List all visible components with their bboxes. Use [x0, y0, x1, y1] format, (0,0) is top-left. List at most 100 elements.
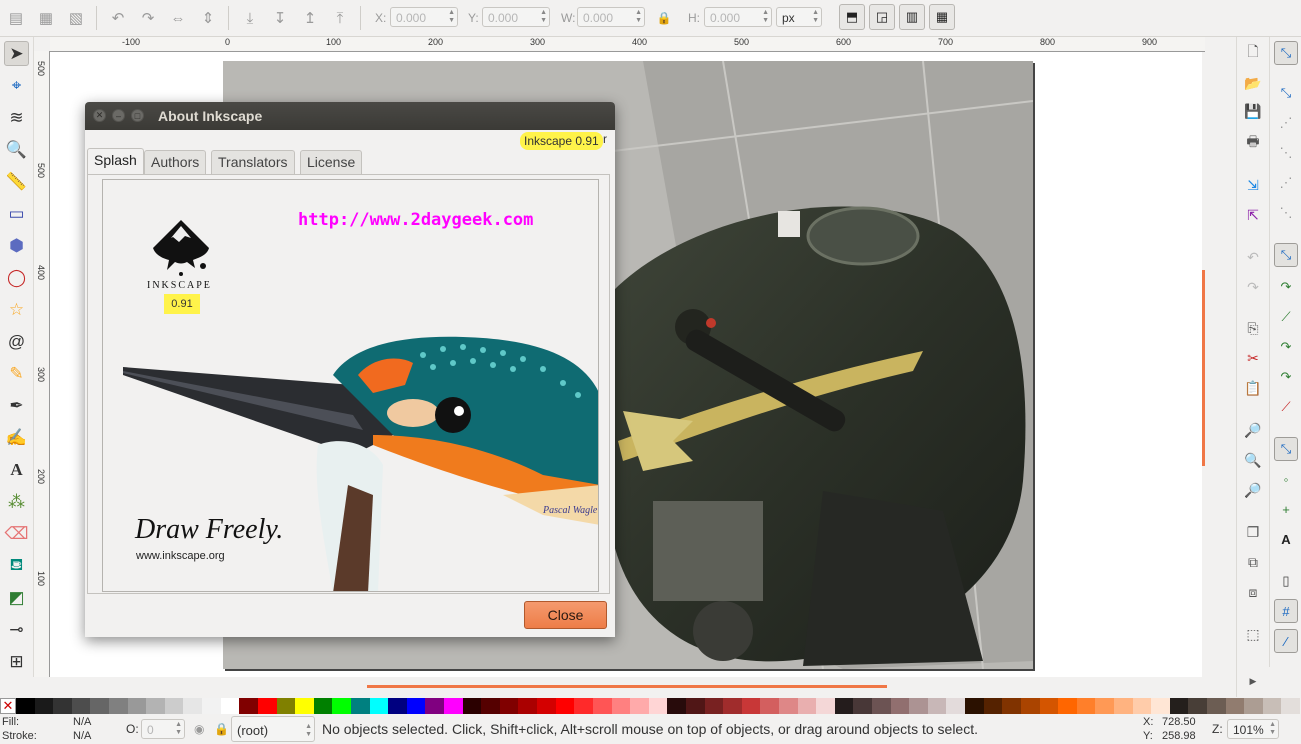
- color-swatch[interactable]: [1039, 698, 1059, 714]
- dropper-tool-icon[interactable]: ⊸: [4, 617, 29, 642]
- eraser-tool-icon[interactable]: ⌫: [4, 521, 29, 546]
- color-palette[interactable]: ✕: [0, 698, 1301, 714]
- color-swatch[interactable]: [425, 698, 445, 714]
- close-button[interactable]: Close: [524, 601, 607, 629]
- color-swatch[interactable]: [816, 698, 835, 714]
- snap-center-icon[interactable]: ◦: [1274, 467, 1298, 491]
- color-swatch[interactable]: [1188, 698, 1207, 714]
- spray-tool-icon[interactable]: ⁂: [4, 489, 29, 514]
- snap-nodes-icon[interactable]: ⤡: [1274, 243, 1298, 267]
- redo-icon[interactable]: ↷: [1243, 277, 1263, 297]
- select-all-layers-icon[interactable]: ▦: [36, 8, 56, 28]
- scale-corners-button[interactable]: ◲: [869, 4, 895, 30]
- tab-authors[interactable]: Authors: [144, 150, 207, 174]
- color-swatch[interactable]: [183, 698, 203, 714]
- connector-tool-icon[interactable]: ⊞: [4, 649, 29, 674]
- star-tool-icon[interactable]: ☆: [4, 297, 29, 322]
- color-swatch[interactable]: [481, 698, 500, 714]
- tweak-tool-icon[interactable]: ≋: [4, 105, 29, 130]
- color-swatch[interactable]: [537, 698, 556, 714]
- color-swatch[interactable]: [295, 698, 314, 714]
- color-swatch[interactable]: [239, 698, 258, 714]
- color-swatch[interactable]: [1262, 698, 1282, 714]
- color-swatch[interactable]: [965, 698, 984, 714]
- tab-license[interactable]: License: [300, 150, 363, 174]
- 3d-box-tool-icon[interactable]: ⬢: [4, 233, 29, 258]
- color-swatch[interactable]: [946, 698, 966, 714]
- new-document-icon[interactable]: 🗋: [1243, 43, 1263, 63]
- color-swatch[interactable]: [127, 698, 147, 714]
- snap-rotation-center-icon[interactable]: +: [1274, 497, 1298, 521]
- color-swatch[interactable]: [1169, 698, 1189, 714]
- import-icon[interactable]: ⇲: [1243, 175, 1263, 195]
- flip-vertical-icon[interactable]: ⇕: [198, 8, 218, 28]
- calligraphy-tool-icon[interactable]: ✍: [4, 425, 29, 450]
- lower-to-bottom-icon[interactable]: ⤓: [240, 8, 260, 28]
- color-swatch[interactable]: [369, 698, 389, 714]
- gradient-tool-icon[interactable]: ◩: [4, 585, 29, 610]
- color-swatch[interactable]: [313, 698, 333, 714]
- color-swatch[interactable]: [220, 698, 240, 714]
- color-swatch[interactable]: [1076, 698, 1096, 714]
- color-swatch[interactable]: [332, 698, 351, 714]
- color-swatch[interactable]: [592, 698, 612, 714]
- export-icon[interactable]: ⇱: [1243, 205, 1263, 225]
- cut-icon[interactable]: ✂: [1243, 348, 1263, 368]
- open-icon[interactable]: 📂: [1243, 73, 1263, 93]
- copy-icon[interactable]: ⎘: [1243, 318, 1263, 338]
- snap-cusp-icon[interactable]: ↷: [1274, 335, 1298, 359]
- snap-grid-icon[interactable]: #: [1274, 599, 1298, 623]
- lock-ratio-icon[interactable]: 🔒: [654, 8, 674, 28]
- snap-bbox-center-icon[interactable]: ⋱: [1274, 201, 1298, 225]
- zoom-input[interactable]: 101% ▲ ▼: [1227, 719, 1279, 739]
- color-swatch[interactable]: [350, 698, 370, 714]
- snap-toggle-icon[interactable]: ⤡: [1274, 41, 1298, 65]
- close-window-icon[interactable]: ✕: [93, 109, 106, 122]
- paste-icon[interactable]: 📋: [1243, 378, 1263, 398]
- transform-gradients-button[interactable]: ▥: [899, 4, 925, 30]
- minimize-window-icon[interactable]: –: [112, 109, 125, 122]
- fill-value[interactable]: N/A: [73, 716, 91, 728]
- color-swatch[interactable]: [760, 698, 779, 714]
- color-swatch[interactable]: [909, 698, 928, 714]
- clone-icon[interactable]: ⧉: [1243, 552, 1263, 572]
- horizontal-ruler[interactable]: -100 0 100 200 300 400 500 600 700 800 9…: [50, 37, 1205, 52]
- color-swatch[interactable]: [648, 698, 668, 714]
- text-tool-icon[interactable]: A: [4, 457, 29, 482]
- color-swatch[interactable]: [518, 698, 538, 714]
- color-swatch[interactable]: [574, 698, 593, 714]
- zoom-page-icon[interactable]: 🔎: [1243, 480, 1263, 500]
- snap-midpoint-icon[interactable]: ⟋: [1274, 395, 1298, 419]
- color-swatch[interactable]: [1244, 698, 1263, 714]
- more-icon[interactable]: ▶: [1243, 671, 1263, 691]
- color-swatch[interactable]: [109, 698, 128, 714]
- zoom-drawing-icon[interactable]: 🔍: [1243, 450, 1263, 470]
- color-swatch[interactable]: [872, 698, 891, 714]
- raise-icon[interactable]: ↥: [300, 8, 320, 28]
- snap-bbox-icon[interactable]: ⤡: [1274, 81, 1298, 105]
- layer-select[interactable]: (root) ▲ ▼: [231, 716, 315, 742]
- color-swatch[interactable]: [257, 698, 277, 714]
- vertical-ruler[interactable]: 500 500 400 300 200 100: [34, 51, 50, 677]
- color-swatch[interactable]: [1095, 698, 1114, 714]
- snap-guide-icon[interactable]: ⁄: [1274, 629, 1298, 653]
- scale-stroke-button[interactable]: ⬒: [839, 4, 865, 30]
- zoom-selection-icon[interactable]: 🔎: [1243, 420, 1263, 440]
- color-swatch[interactable]: [723, 698, 742, 714]
- color-swatch[interactable]: [685, 698, 705, 714]
- pencil-tool-icon[interactable]: ✎: [4, 361, 29, 386]
- color-swatch[interactable]: [444, 698, 463, 714]
- save-icon[interactable]: 💾: [1243, 101, 1263, 121]
- color-swatch[interactable]: [983, 698, 1003, 714]
- print-icon[interactable]: 🖶: [1243, 133, 1263, 153]
- snap-path-icon[interactable]: ↷: [1274, 275, 1298, 299]
- color-swatch[interactable]: [704, 698, 724, 714]
- paint-bucket-tool-icon[interactable]: ⛾: [4, 553, 29, 578]
- lower-icon[interactable]: ↧: [270, 8, 290, 28]
- color-swatch[interactable]: [853, 698, 873, 714]
- select-all-icon[interactable]: ▤: [6, 8, 26, 28]
- undo-icon[interactable]: ↶: [1243, 247, 1263, 267]
- spiral-tool-icon[interactable]: @: [4, 329, 29, 354]
- color-swatch[interactable]: [630, 698, 649, 714]
- snap-text-baseline-icon[interactable]: A: [1274, 527, 1298, 551]
